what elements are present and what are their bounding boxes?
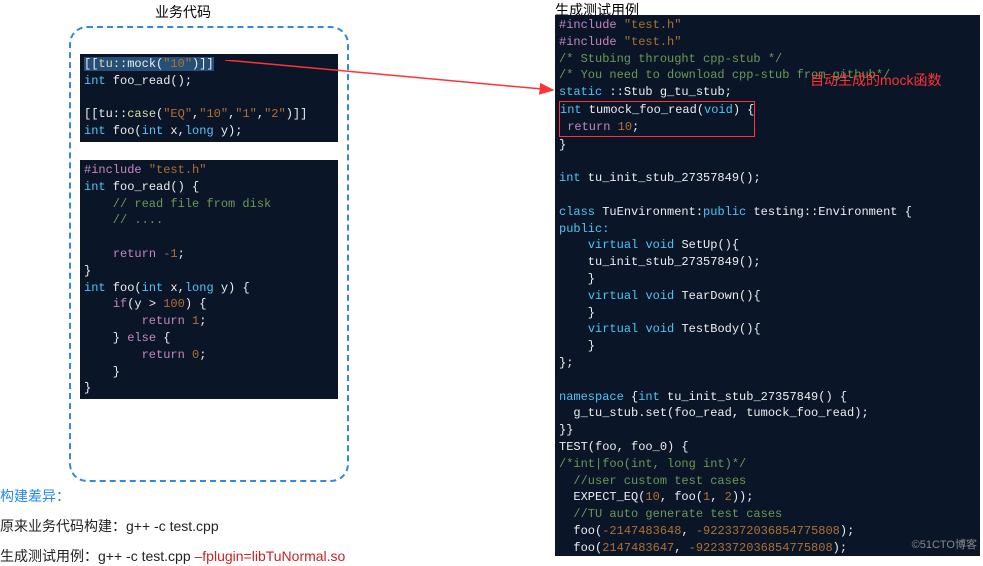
- build-generated-line: 生成测试用例：g++ -c test.cpp –fplugin=libTuNor…: [0, 546, 345, 566]
- code-block-source: #include "test.h" int foo_read() { // re…: [80, 160, 338, 399]
- watermark: ©51CTO博客: [912, 536, 977, 552]
- generated-test-code: #include "test.h" #include "test.h" /* S…: [555, 15, 980, 556]
- build-original-line: 原来业务代码构建：g++ -c test.cpp: [0, 516, 345, 536]
- mock-function-label: 自动生成的mock函数: [810, 70, 941, 90]
- build-diff-section: 构建差异： 原来业务代码构建：g++ -c test.cpp 生成测试用例：g+…: [0, 486, 345, 566]
- code-block-annotations: [[tu::mock("10")]] int foo_read(); [[tu:…: [80, 54, 338, 142]
- business-code-label: 业务代码: [155, 2, 211, 22]
- build-diff-title: 构建差异：: [0, 486, 345, 506]
